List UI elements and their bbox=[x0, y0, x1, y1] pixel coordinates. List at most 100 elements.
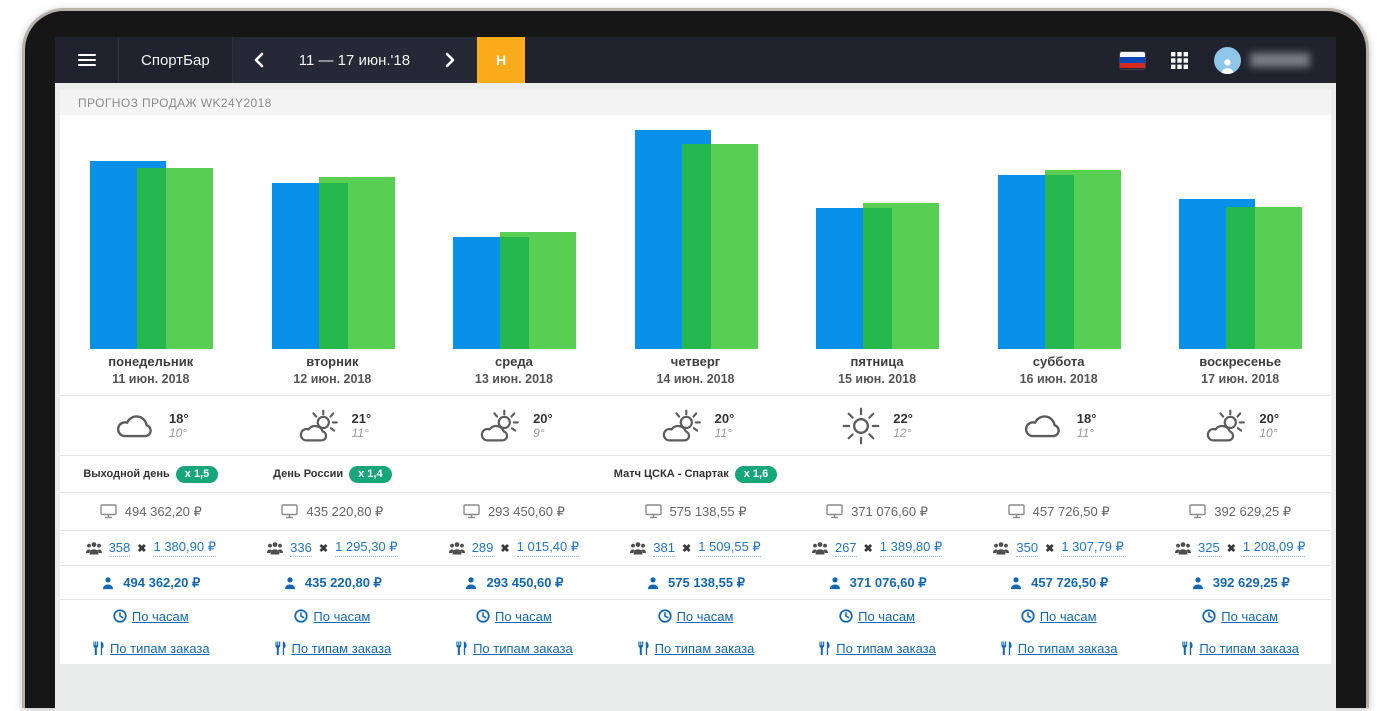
screen-forecast-row: 457 726,50 ₽ bbox=[968, 492, 1150, 530]
guests-count-link[interactable]: 358 bbox=[109, 540, 131, 557]
forecast-card: ПРОГНОЗ ПРОДАЖ WK24Y2018 понедельник 11 … bbox=[60, 90, 1331, 664]
by-hours-link[interactable]: По часам bbox=[495, 609, 552, 624]
temp-high: 18° bbox=[169, 411, 189, 426]
guests-count-link[interactable]: 325 bbox=[1198, 540, 1220, 557]
person-icon bbox=[646, 576, 660, 590]
event-label: Матч ЦСКА - Спартак bbox=[614, 468, 729, 480]
chevron-left-icon bbox=[254, 52, 264, 68]
day-bar-chart bbox=[605, 115, 787, 349]
by-order-type-link[interactable]: По типам заказа bbox=[292, 641, 392, 656]
next-week-button[interactable] bbox=[424, 37, 476, 83]
multiply-icon: ✖ bbox=[319, 542, 328, 555]
guest-total-row: 575 138,55 ₽ bbox=[605, 565, 787, 599]
day-bar-chart bbox=[968, 115, 1150, 349]
event-badge-row: Матч ЦСКА - Спартак x 1,6 bbox=[605, 455, 787, 492]
by-order-type-row: По типам заказа bbox=[786, 632, 968, 664]
by-hours-row: По часам bbox=[786, 599, 968, 632]
sun-cloud-icon bbox=[657, 408, 703, 444]
prev-week-button[interactable] bbox=[233, 37, 285, 83]
date-range-label: 11 — 17 июн.'18 bbox=[285, 37, 424, 83]
fork-knife-icon bbox=[1000, 641, 1013, 655]
event-badge-row bbox=[1149, 455, 1331, 492]
screen-forecast-value: 435 220,80 ₽ bbox=[306, 504, 383, 520]
temperatures: 21° 11° bbox=[352, 411, 372, 441]
cloud-icon bbox=[1021, 410, 1065, 442]
event-badge-row bbox=[968, 455, 1150, 492]
event-multiplier-badge: x 1,6 bbox=[735, 466, 777, 483]
guests-group-icon bbox=[449, 541, 465, 555]
avg-check-link[interactable]: 1 295,30 ₽ bbox=[335, 539, 398, 557]
day-name: суббота bbox=[1033, 353, 1085, 371]
weather-cell: 22° 12° bbox=[786, 395, 968, 455]
by-order-type-link[interactable]: По типам заказа bbox=[473, 641, 573, 656]
screen-forecast-row: 494 362,20 ₽ bbox=[60, 492, 242, 530]
grid-icon bbox=[1171, 52, 1188, 69]
event-badge-row: День России x 1,4 bbox=[242, 455, 424, 492]
language-flag-russia[interactable] bbox=[1120, 52, 1145, 69]
by-hours-link[interactable]: По часам bbox=[1221, 609, 1278, 624]
day-name: понедельник bbox=[108, 353, 193, 371]
event-label: День России bbox=[273, 468, 343, 480]
weather-cell: 18° 11° bbox=[968, 395, 1150, 455]
avg-check-link[interactable]: 1 208,09 ₽ bbox=[1243, 539, 1306, 557]
fork-knife-icon bbox=[818, 641, 831, 655]
fork-knife-icon bbox=[455, 641, 468, 655]
forecast-bar-green bbox=[500, 232, 576, 349]
by-order-type-link[interactable]: По типам заказа bbox=[655, 641, 755, 656]
day-label: суббота 16 июн. 2018 bbox=[968, 349, 1150, 395]
forecast-bar-green bbox=[1045, 170, 1121, 349]
temp-high: 22° bbox=[893, 411, 913, 426]
guest-total-value: 392 629,25 ₽ bbox=[1213, 575, 1290, 591]
by-order-type-row: По типам заказа bbox=[968, 632, 1150, 664]
forecast-bar-green bbox=[863, 203, 939, 349]
temperatures: 20° 11° bbox=[715, 411, 735, 441]
screen-forecast-row: 435 220,80 ₽ bbox=[242, 492, 424, 530]
avg-check-link[interactable]: 1 015,40 ₽ bbox=[517, 539, 580, 557]
day-column: суббота 16 июн. 2018 bbox=[968, 115, 1150, 664]
guests-count-link[interactable]: 350 bbox=[1016, 540, 1038, 557]
by-hours-link[interactable]: По часам bbox=[677, 609, 734, 624]
guests-group-icon bbox=[267, 541, 283, 555]
person-icon bbox=[101, 576, 115, 590]
by-order-type-link[interactable]: По типам заказа bbox=[836, 641, 936, 656]
temp-low: 10° bbox=[169, 426, 189, 441]
by-hours-link[interactable]: По часам bbox=[1040, 609, 1097, 624]
avg-check-link[interactable]: 1 389,80 ₽ bbox=[880, 539, 943, 557]
apps-grid-button[interactable] bbox=[1171, 52, 1188, 69]
user-menu[interactable] bbox=[1214, 47, 1310, 74]
avg-check-link[interactable]: 1 380,90 ₽ bbox=[153, 539, 216, 557]
guests-group-icon bbox=[630, 541, 646, 555]
by-hours-row: По часам bbox=[423, 599, 605, 632]
guests-row: 267 ✖ 1 389,80 ₽ bbox=[786, 530, 968, 565]
guest-total-row: 435 220,80 ₽ bbox=[242, 565, 424, 599]
by-order-type-link[interactable]: По типам заказа bbox=[110, 641, 210, 656]
guests-group-icon bbox=[993, 541, 1009, 555]
forecast-bar-green bbox=[1226, 207, 1302, 349]
avg-check-link[interactable]: 1 307,79 ₽ bbox=[1061, 539, 1124, 557]
by-order-type-link[interactable]: По типам заказа bbox=[1199, 641, 1299, 656]
menu-button[interactable] bbox=[55, 37, 119, 83]
guest-total-value: 435 220,80 ₽ bbox=[305, 575, 382, 591]
by-hours-row: По часам bbox=[605, 599, 787, 632]
temperatures: 18° 11° bbox=[1077, 411, 1097, 441]
forecast-bar-green bbox=[137, 168, 213, 349]
guests-count-link[interactable]: 267 bbox=[835, 540, 857, 557]
by-order-type-link[interactable]: По типам заказа bbox=[1018, 641, 1118, 656]
avg-check-link[interactable]: 1 509,55 ₽ bbox=[698, 539, 761, 557]
by-hours-link[interactable]: По часам bbox=[858, 609, 915, 624]
screen-forecast-value: 575 138,55 ₽ bbox=[670, 504, 747, 520]
temp-high: 20° bbox=[715, 411, 735, 426]
by-hours-link[interactable]: По часам bbox=[132, 609, 189, 624]
multiply-icon: ✖ bbox=[500, 542, 509, 555]
guests-count-link[interactable]: 381 bbox=[653, 540, 675, 557]
guests-count-link[interactable]: 289 bbox=[472, 540, 494, 557]
multiply-icon: ✖ bbox=[137, 542, 146, 555]
day-name: пятница bbox=[851, 353, 904, 371]
by-hours-link[interactable]: По часам bbox=[313, 609, 370, 624]
guest-total-value: 575 138,55 ₽ bbox=[668, 575, 745, 591]
guests-count-link[interactable]: 336 bbox=[290, 540, 312, 557]
multiply-icon: ✖ bbox=[1045, 542, 1054, 555]
guests-row: 358 ✖ 1 380,90 ₽ bbox=[60, 530, 242, 565]
header-n-button[interactable]: Н bbox=[477, 37, 525, 83]
clock-icon bbox=[658, 609, 672, 623]
